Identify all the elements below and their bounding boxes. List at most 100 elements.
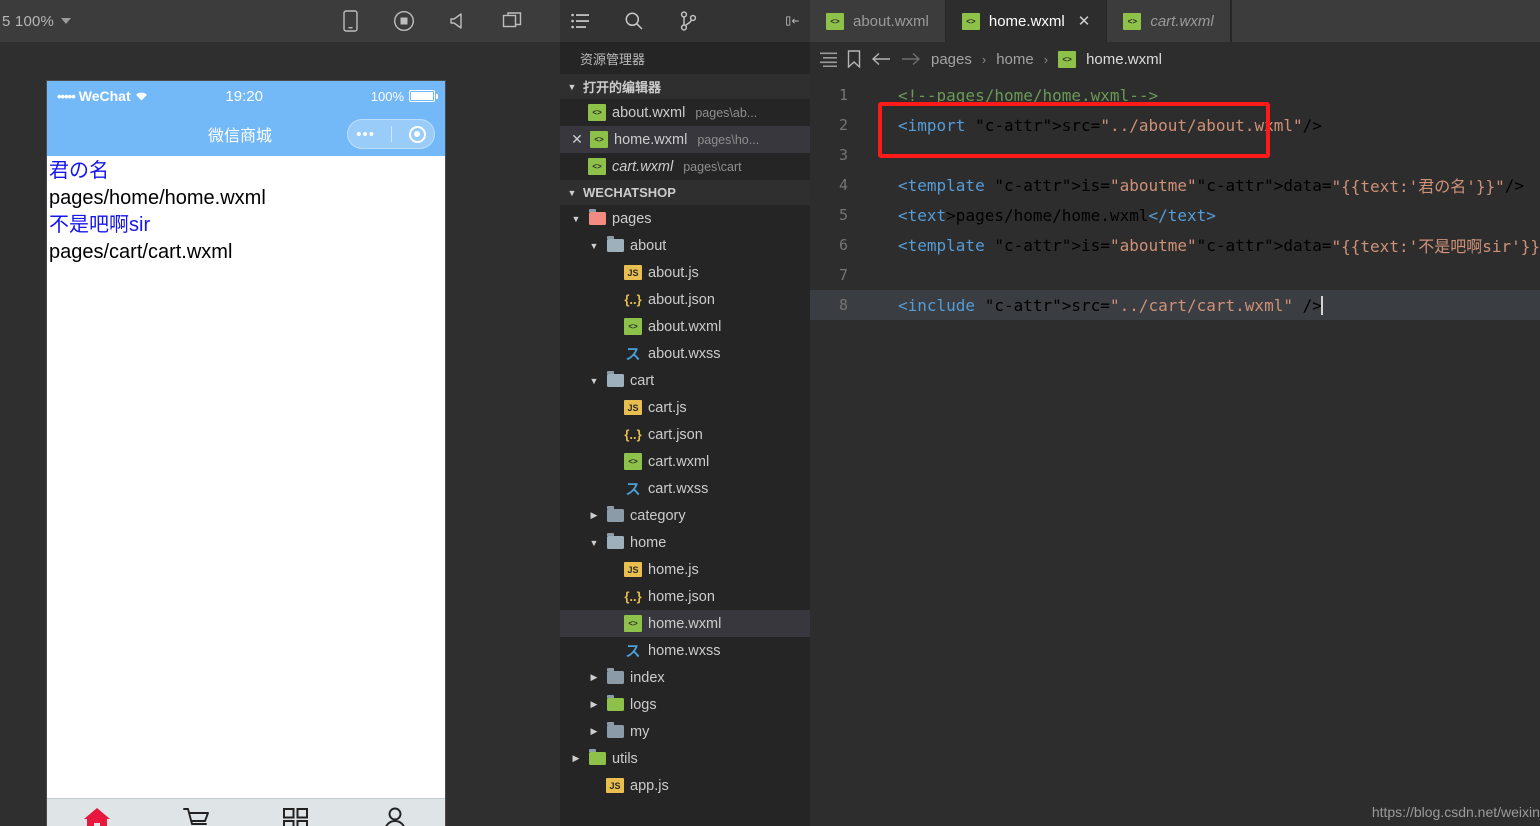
editor-tab-label: cart.wxml [1150, 12, 1214, 30]
tree-item[interactable]: ▶ logs [560, 691, 810, 718]
battery-percent-label: 100% [370, 88, 404, 104]
editor-tab-label: about.wxml [853, 12, 929, 30]
tree-item[interactable]: JS home.js [560, 556, 810, 583]
file-tree: ▼ pages ▼ about JS about.js {..} about.json <> ab… [560, 205, 810, 799]
bookmark-icon[interactable] [847, 50, 861, 68]
tree-item[interactable]: <> about.wxml [560, 313, 810, 340]
tree-item[interactable]: JS cart.js [560, 394, 810, 421]
tree-item[interactable]: ▶ utils [560, 745, 810, 772]
chevron-down-icon[interactable]: ▼ [570, 214, 582, 224]
code-line[interactable]: 1 <!--pages/home/home.wxml--> [810, 80, 1540, 110]
chevron-right-icon[interactable]: ▶ [570, 753, 582, 764]
close-icon[interactable]: ✕ [570, 131, 584, 148]
section-open-editors[interactable]: ▼ 打开的编辑器 [560, 74, 810, 99]
code-line[interactable]: 3 [810, 140, 1540, 170]
editor-tab-home[interactable]: <> home.wxml ✕ [945, 0, 1108, 42]
tree-item-label: app.js [630, 777, 669, 794]
editor-tab-cart[interactable]: <> cart.wxml [1107, 0, 1231, 42]
code-line[interactable]: 5 <text>pages/home/home.wxml</text> [810, 200, 1540, 230]
tree-item-label: cart.wxml [648, 453, 710, 470]
open-editor-item[interactable]: ✕ <> home.wxml pages\ho... [560, 126, 810, 153]
search-icon[interactable] [622, 9, 646, 33]
page-text-line: 不是吧啊sir [49, 214, 151, 236]
close-icon[interactable]: ✕ [1078, 12, 1091, 30]
editor-tab-bar: <> about.wxml <> home.wxml ✕ <> cart.wxm… [810, 0, 1540, 42]
tree-item-label: category [630, 507, 686, 524]
explorer-icon[interactable] [568, 9, 592, 33]
tree-item[interactable]: ス cart.wxss [560, 475, 810, 502]
tree-item[interactable]: ▶ category [560, 502, 810, 529]
forward-arrow-icon[interactable] [901, 52, 921, 66]
section-label: 打开的编辑器 [583, 80, 662, 95]
carrier-block: ••••• WeChat [57, 88, 148, 104]
code-editor[interactable]: 1 <!--pages/home/home.wxml--> 2 <import "c-… [810, 76, 1540, 526]
tree-item[interactable]: JS about.js [560, 259, 810, 286]
outline-icon[interactable] [820, 52, 837, 67]
tree-item[interactable]: {..} about.json [560, 286, 810, 313]
chevron-down-icon[interactable]: ▼ [588, 376, 600, 386]
source-control-icon[interactable] [676, 9, 700, 33]
code-line[interactable]: 6 <template "c-attr">is = "aboutme" "c-attr… [810, 230, 1540, 260]
tree-item[interactable]: {..} home.json [560, 583, 810, 610]
tabbar-item-cart[interactable]: 购物车 [147, 806, 247, 826]
open-editor-name: cart.wxml [612, 158, 674, 175]
chevron-right-icon[interactable]: ▶ [588, 672, 600, 683]
line-number: 4 [838, 176, 848, 194]
breadcrumb: pages › home › <> home.wxml [810, 42, 1540, 76]
tabbar-item-mine[interactable]: 我的 [346, 806, 446, 826]
wechat-devtools-window: 5 100% ••••• WeChat 19:20 100% 微信商城 ••• … [0, 0, 1540, 826]
capsule-divider [391, 126, 393, 142]
tree-item[interactable]: {..} cart.json [560, 421, 810, 448]
chevron-right-icon[interactable]: ▶ [588, 699, 600, 710]
code-line[interactable]: 2 <import "c-attr">src = "../about/about.wx… [810, 110, 1540, 140]
wxml-icon: <> [826, 12, 844, 30]
tree-item[interactable]: ス about.wxss [560, 340, 810, 367]
window-icon[interactable] [500, 9, 524, 33]
open-editor-path: pages\ab... [695, 105, 758, 120]
more-dots-icon[interactable]: ••• [356, 126, 375, 143]
breadcrumb-part-file[interactable]: home.wxml [1086, 51, 1162, 68]
tree-item[interactable]: <> home.wxml [560, 610, 810, 637]
tree-item[interactable]: ▼ about [560, 232, 810, 259]
tree-item-label: home.wxml [648, 615, 722, 632]
line-number: 3 [838, 146, 848, 164]
json-icon: {..} [624, 589, 642, 604]
code-line[interactable]: 7 [810, 260, 1540, 290]
folder-icon [588, 209, 606, 225]
open-editor-item[interactable]: <> cart.wxml pages\cart [560, 153, 810, 180]
section-project[interactable]: ▼ WECHATSHOP [560, 180, 810, 205]
open-editor-item[interactable]: <> about.wxml pages\ab... [560, 99, 810, 126]
tree-item[interactable]: ▶ my [560, 718, 810, 745]
tabbar-item-orders[interactable]: 订单 [246, 806, 346, 826]
tree-item[interactable]: <> cart.wxml [560, 448, 810, 475]
tree-item[interactable]: ▼ pages [560, 205, 810, 232]
close-circle-icon[interactable] [408, 125, 426, 143]
breadcrumb-part-pages[interactable]: pages [931, 51, 972, 68]
collapse-sidebar-icon[interactable] [786, 9, 810, 33]
volume-icon[interactable] [446, 9, 470, 33]
chevron-right-icon[interactable]: ▶ [588, 726, 600, 737]
back-arrow-icon[interactable] [871, 52, 891, 66]
tree-item[interactable]: JS app.js [560, 772, 810, 799]
text-cursor [1320, 295, 1323, 315]
chevron-down-icon[interactable]: ▼ [588, 241, 600, 251]
tree-item[interactable]: ▼ home [560, 529, 810, 556]
tabbar-item-home[interactable]: 首页 [47, 806, 147, 826]
tree-item[interactable]: ス home.wxss [560, 637, 810, 664]
record-icon[interactable] [392, 9, 416, 33]
folder-icon [606, 722, 624, 738]
code-line[interactable]: 8 <include "c-attr">src = "../cart/cart.wxm… [810, 290, 1540, 320]
breadcrumb-part-home[interactable]: home [996, 51, 1034, 68]
chevron-down-icon[interactable]: ▼ [588, 538, 600, 548]
tree-item-label: about.js [648, 264, 699, 281]
zoom-control[interactable]: 5 100% [0, 13, 72, 30]
json-icon: {..} [624, 427, 642, 442]
wxml-icon: <> [590, 131, 608, 148]
tree-item[interactable]: ▶ index [560, 664, 810, 691]
editor-tab-about[interactable]: <> about.wxml [810, 0, 946, 42]
code-line[interactable]: 4 <template "c-attr">is = "aboutme" "c-attr… [810, 170, 1540, 200]
tree-item[interactable]: ▼ cart [560, 367, 810, 394]
chevron-right-icon[interactable]: ▶ [588, 510, 600, 521]
phone-icon[interactable] [338, 9, 362, 33]
capsule-button[interactable]: ••• [347, 119, 435, 149]
